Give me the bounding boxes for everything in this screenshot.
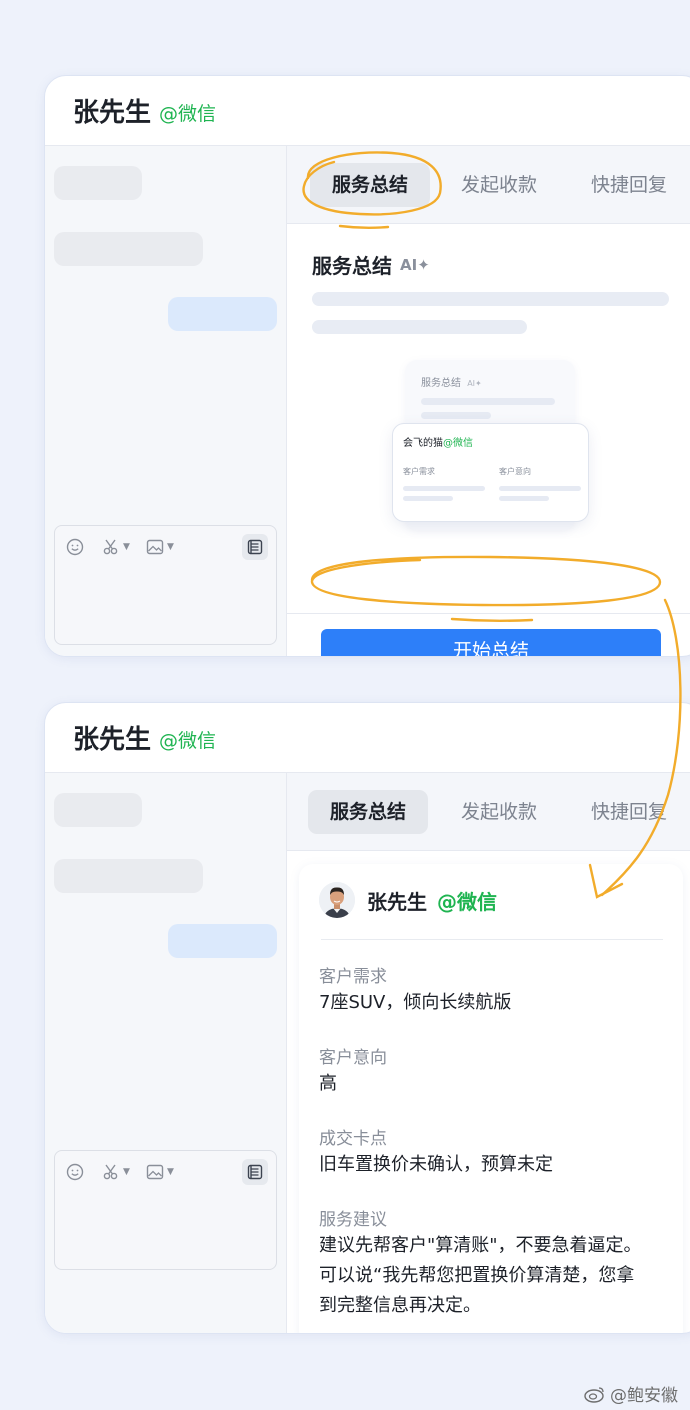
chevron-down-icon: ▼ bbox=[167, 1167, 174, 1177]
message-composer[interactable]: ▼ ▼ bbox=[54, 1150, 277, 1270]
text-placeholder bbox=[421, 412, 491, 419]
text-placeholder bbox=[312, 292, 669, 306]
chat-pane: ▼ ▼ bbox=[45, 773, 287, 1333]
service-summary-panel-before: 张先生 @微信 ▼ ▼ 服务总结 发起收款 快捷回复 服务总结 AI✦ 服务总结… bbox=[44, 75, 690, 657]
summary-contact-name: 张先生 bbox=[367, 889, 427, 914]
message-placeholder bbox=[54, 793, 142, 827]
divider bbox=[287, 613, 690, 614]
summary-header: 张先生 @微信 bbox=[319, 882, 497, 918]
preview-back-title-row: 服务总结 AI✦ bbox=[421, 374, 482, 389]
field-label-deal-blocker: 成交卡点 bbox=[319, 1129, 387, 1149]
emoji-icon[interactable] bbox=[66, 538, 84, 556]
chevron-down-icon: ▼ bbox=[123, 1167, 130, 1177]
text-placeholder bbox=[499, 496, 549, 501]
weibo-icon bbox=[584, 1386, 604, 1403]
chevron-down-icon: ▼ bbox=[123, 542, 130, 552]
watermark-text: @鲍安徽 bbox=[610, 1386, 678, 1406]
message-composer[interactable]: ▼ ▼ bbox=[54, 525, 277, 645]
preview-back-title: 服务总结 bbox=[421, 378, 461, 389]
emoji-icon[interactable] bbox=[66, 1163, 84, 1181]
tab-collect-payment[interactable]: 发起收款 bbox=[439, 163, 559, 207]
chat-header: 张先生 @微信 bbox=[45, 703, 690, 773]
tab-quick-reply[interactable]: 快捷回复 bbox=[569, 163, 689, 207]
side-tools-pane: 服务总结 发起收款 快捷回复 服务总结 AI✦ 服务总结 AI✦ 会飞的猫@微信… bbox=[287, 146, 690, 656]
avatar bbox=[319, 882, 355, 918]
contact-name: 张先生 bbox=[73, 98, 152, 128]
screenshot-scissors-icon[interactable]: ▼ bbox=[102, 1163, 130, 1181]
field-value-customer-need: 7座SUV，倾向长续航版 bbox=[319, 992, 512, 1013]
field-label-customer-need: 客户需求 bbox=[319, 967, 387, 987]
preview-front-name: 会飞的猫 bbox=[403, 438, 443, 449]
tab-service-summary[interactable]: 服务总结 bbox=[308, 790, 429, 834]
preview-back-badge: AI✦ bbox=[467, 379, 482, 388]
preview-field-label: 客户意向 bbox=[499, 467, 531, 476]
service-summary-panel-after: 张先生 @微信 ▼ ▼ 服务总结 发起收款 快捷回复 张先生 @微信 客户需求 … bbox=[44, 702, 690, 1334]
message-placeholder bbox=[54, 859, 203, 893]
message-placeholder-outgoing bbox=[168, 924, 277, 958]
tab-service-summary[interactable]: 服务总结 bbox=[310, 163, 431, 207]
field-label-service-advice: 服务建议 bbox=[319, 1210, 387, 1230]
start-summary-button[interactable]: 开始总结 bbox=[321, 629, 661, 656]
tab-collect-payment[interactable]: 发起收款 bbox=[439, 790, 559, 834]
tool-tabs: 服务总结 发起收款 快捷回复 bbox=[287, 773, 690, 851]
section-heading: 服务总结 AI✦ bbox=[312, 250, 430, 279]
summary-contact-source: @微信 bbox=[437, 889, 497, 914]
chevron-down-icon: ▼ bbox=[167, 542, 174, 552]
preview-front-header: 会飞的猫@微信 bbox=[403, 434, 473, 449]
chat-pane: ▼ ▼ bbox=[45, 146, 287, 656]
field-value-customer-intent: 高 bbox=[319, 1073, 337, 1094]
preview-front-source: @微信 bbox=[443, 438, 473, 449]
contact-source: @微信 bbox=[159, 103, 217, 125]
message-placeholder-outgoing bbox=[168, 297, 277, 331]
preview-front-card: 会飞的猫@微信 客户需求 客户意向 bbox=[392, 423, 589, 522]
chat-header: 张先生 @微信 bbox=[45, 76, 690, 146]
message-placeholder bbox=[54, 232, 203, 266]
text-placeholder bbox=[312, 320, 527, 334]
tool-tabs: 服务总结 发起收款 快捷回复 bbox=[287, 146, 690, 224]
text-placeholder bbox=[403, 496, 453, 501]
section-title: 服务总结 bbox=[312, 254, 392, 278]
message-placeholder bbox=[54, 166, 142, 200]
quick-phrase-icon[interactable] bbox=[242, 534, 268, 560]
quick-phrase-icon[interactable] bbox=[242, 1159, 268, 1185]
field-value-service-advice: 建议先帮客户"算清账"，不要急着逼定。可以说“我先帮您把置换价算清楚，您拿到完整… bbox=[319, 1235, 642, 1316]
watermark: @鲍安徽 bbox=[584, 1381, 678, 1406]
side-tools-pane: 服务总结 发起收款 快捷回复 张先生 @微信 客户需求 7座SUV，倾向长续航版… bbox=[287, 773, 690, 1333]
field-label-customer-intent: 客户意向 bbox=[319, 1048, 387, 1068]
screenshot-scissors-icon[interactable]: ▼ bbox=[102, 538, 130, 556]
text-placeholder bbox=[499, 486, 581, 491]
contact-name: 张先生 bbox=[73, 725, 152, 755]
tab-quick-reply[interactable]: 快捷回复 bbox=[569, 790, 689, 834]
image-icon[interactable]: ▼ bbox=[146, 538, 174, 556]
text-placeholder bbox=[403, 486, 485, 491]
service-summary-card: 张先生 @微信 客户需求 7座SUV，倾向长续航版 客户意向 高 成交卡点 旧车… bbox=[299, 864, 683, 1333]
preview-field-label: 客户需求 bbox=[403, 467, 435, 476]
divider bbox=[321, 939, 663, 940]
field-value-deal-blocker: 旧车置换价未确认，预算未定 bbox=[319, 1154, 553, 1175]
text-placeholder bbox=[421, 398, 555, 405]
ai-badge: AI✦ bbox=[400, 255, 430, 274]
contact-source: @微信 bbox=[159, 730, 217, 752]
image-icon[interactable]: ▼ bbox=[146, 1163, 174, 1181]
